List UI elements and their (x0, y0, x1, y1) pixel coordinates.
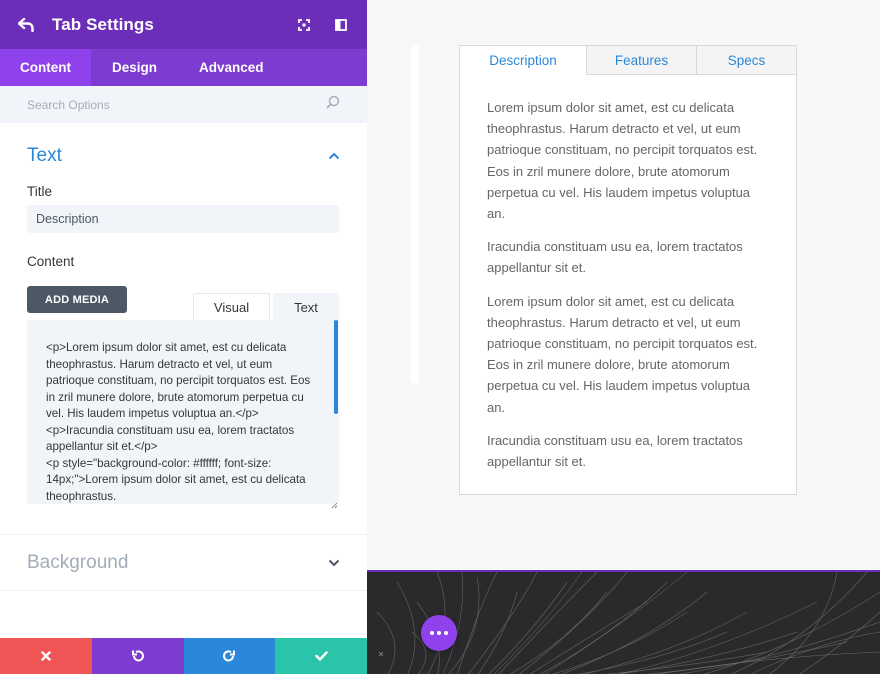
tabs-module-preview: Description Features Specs Lorem ipsum d… (459, 45, 797, 495)
undo-button[interactable] (91, 638, 184, 674)
save-button[interactable] (275, 638, 367, 674)
dot-icon (430, 631, 434, 635)
search-bar (0, 86, 367, 123)
text-section: Text Title Content ADD MEDIA Visual Text… (0, 123, 367, 535)
panel-header: Tab Settings (0, 0, 367, 49)
settings-tabs: Content Design Advanced (0, 49, 367, 86)
text-section-header[interactable]: Text (0, 123, 367, 167)
title-label: Title (27, 184, 53, 199)
expand-icon[interactable] (296, 17, 312, 33)
title-field[interactable] (27, 205, 339, 233)
preview-paragraph: Iracundia constituam usu ea, lorem tract… (487, 239, 743, 276)
sidebar-toggle-icon[interactable] (333, 17, 349, 33)
editor-tab-visual[interactable]: Visual (193, 293, 270, 320)
column-divider (411, 45, 419, 383)
cancel-button[interactable] (0, 638, 92, 674)
chevron-up-icon[interactable] (328, 150, 340, 162)
dot-icon (437, 631, 441, 635)
preview-tab-features[interactable]: Features (587, 46, 697, 75)
search-input[interactable] (27, 97, 277, 112)
editor-tab-text[interactable]: Text (273, 293, 339, 320)
add-media-button[interactable]: ADD MEDIA (27, 286, 127, 313)
content-label: Content (27, 254, 75, 269)
more-options-button[interactable] (421, 615, 457, 651)
editor-mode-tabs: Visual Text (193, 293, 339, 320)
preview-paragraph: Lorem ipsum dolor sit amet, est cu delic… (487, 293, 758, 415)
preview-tabs: Description Features Specs (460, 46, 796, 75)
preview-paragraph: Lorem ipsum dolor sit amet, est cu delic… (487, 100, 758, 222)
settings-panel: Tab Settings Content Design Advanced Tex… (0, 0, 367, 674)
panel-footer (0, 638, 367, 674)
redo-button[interactable] (183, 638, 276, 674)
chevron-down-icon[interactable] (328, 557, 340, 569)
background-section-header[interactable]: Background (0, 535, 367, 591)
redo-icon (223, 650, 236, 662)
preview-paragraph: Iracundia constituam usu ea, lorem tract… (487, 432, 743, 470)
tab-design[interactable]: Design (91, 49, 178, 86)
content-editor[interactable]: <p>Lorem ipsum dolor sit amet, est cu de… (27, 320, 339, 504)
background-section-title: Background (27, 551, 129, 573)
tab-advanced[interactable]: Advanced (178, 49, 284, 86)
resize-grip-icon[interactable] (330, 496, 338, 509)
search-icon[interactable] (326, 95, 340, 114)
back-arrow-icon[interactable] (18, 15, 38, 35)
editor-scrollbar[interactable] (334, 320, 338, 414)
save-icon (314, 651, 328, 661)
dot-icon (444, 631, 448, 635)
text-section-title: Text (27, 145, 62, 166)
tab-content[interactable]: Content (0, 49, 91, 86)
cancel-icon (41, 651, 51, 661)
preview-tab-specs[interactable]: Specs (697, 46, 796, 75)
preview-tab-description[interactable]: Description (460, 46, 587, 75)
panel-title: Tab Settings (52, 14, 154, 34)
undo-icon (131, 650, 144, 662)
preview-tab-content: Lorem ipsum dolor sit amet, est cu delic… (460, 75, 796, 472)
